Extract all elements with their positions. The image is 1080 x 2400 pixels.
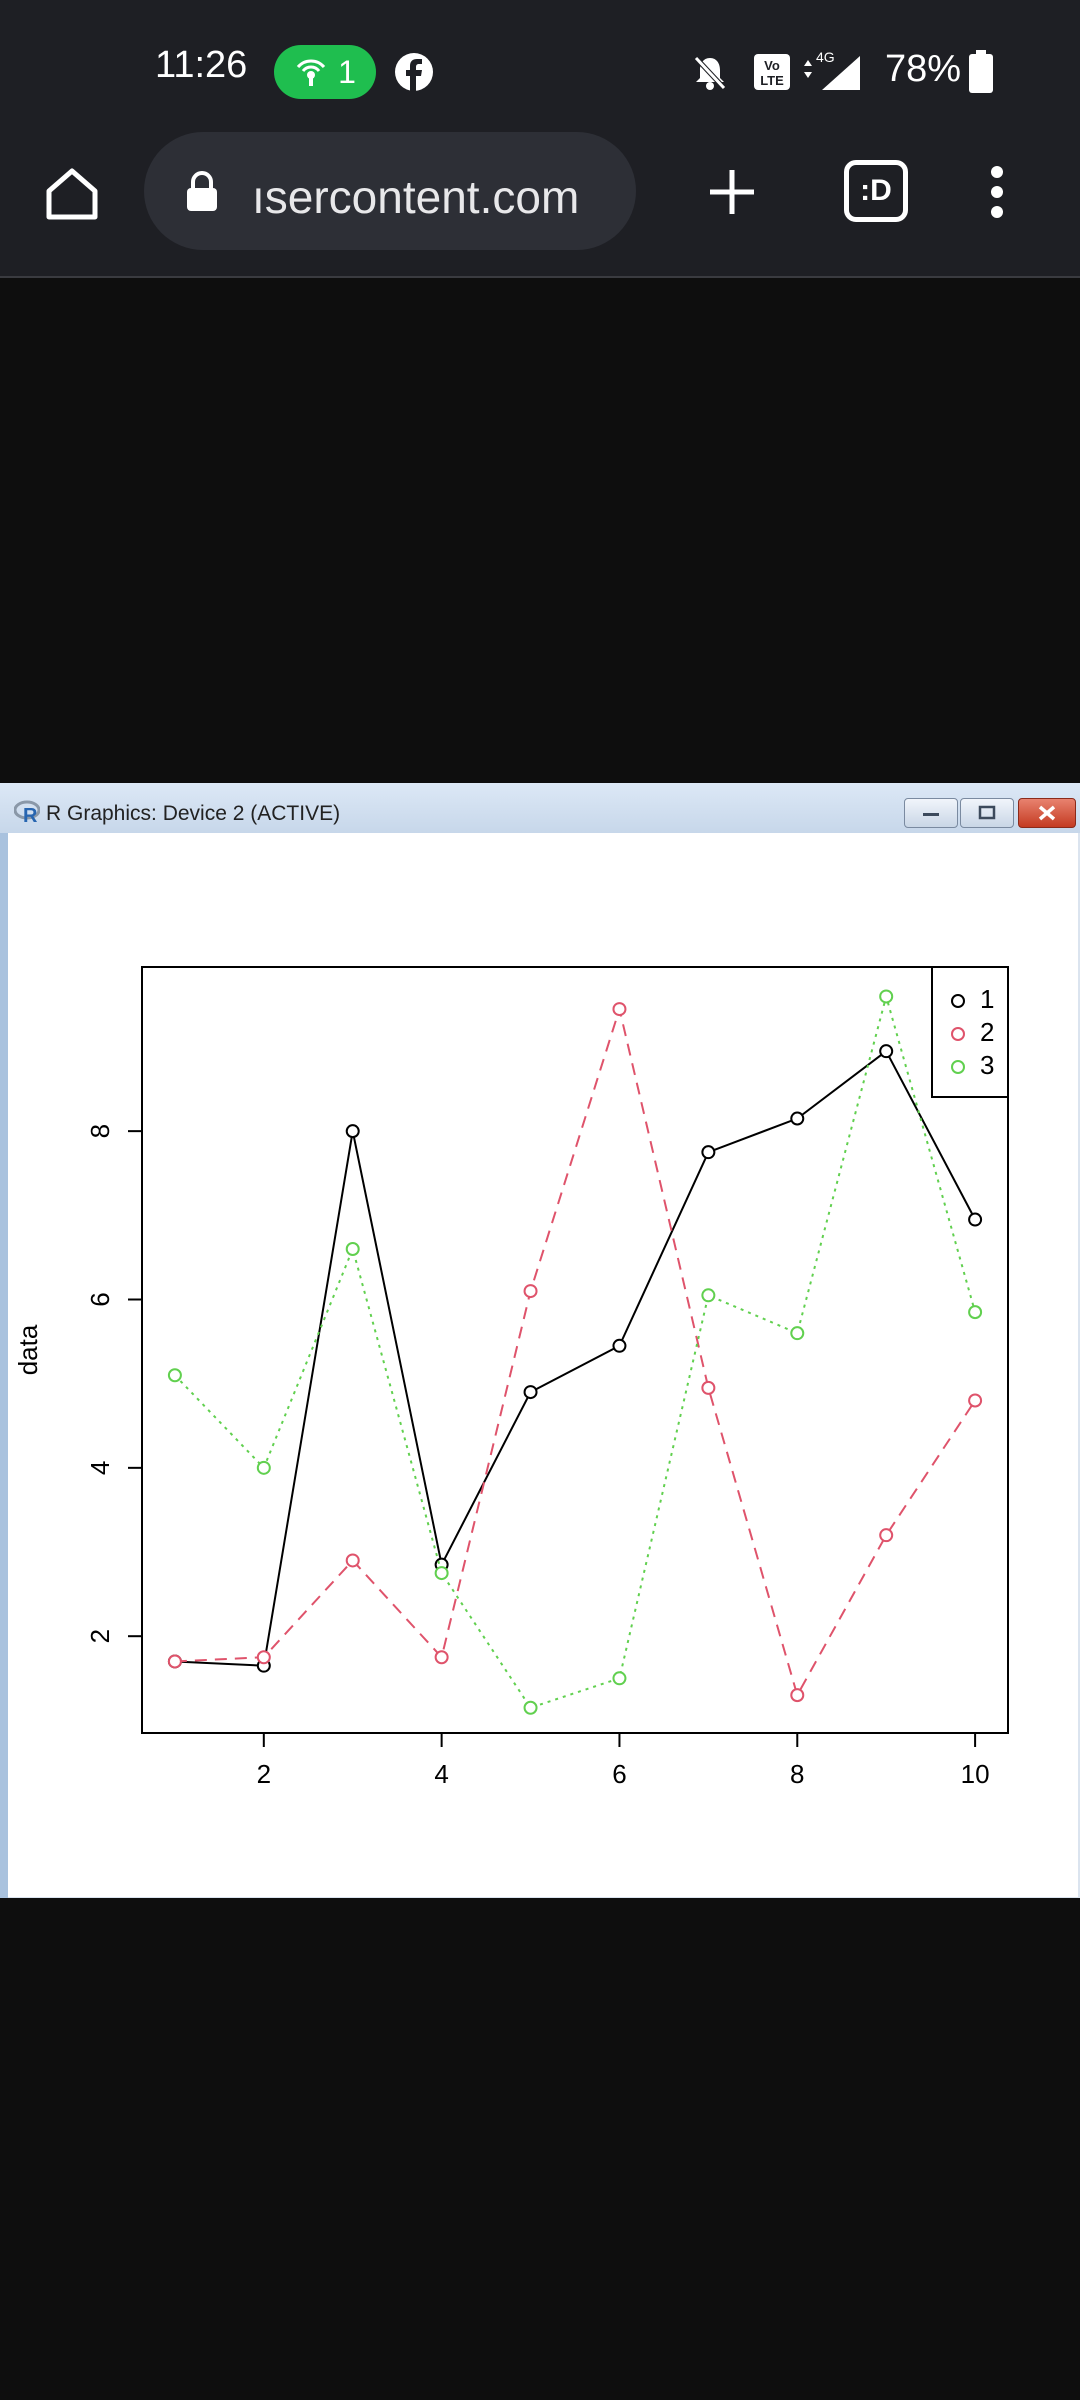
y-tick-label: 6 — [85, 1292, 115, 1306]
minimize-icon — [923, 813, 939, 816]
series-1-point — [879, 1044, 894, 1059]
mute-bell-icon — [694, 56, 726, 90]
series-1-point — [345, 1124, 360, 1139]
new-tab-button[interactable] — [692, 152, 772, 232]
series-3-point — [612, 1671, 627, 1686]
series-3-point — [345, 1241, 360, 1256]
plot-area: 2 4 6 8 10 2 4 6 8 data 1 2 3 — [8, 833, 1078, 1897]
series-3-point — [523, 1700, 538, 1715]
series-1-point — [523, 1385, 538, 1400]
window-left-border — [0, 833, 8, 1898]
series-1-point — [968, 1212, 983, 1227]
x-tick-label: 6 — [612, 1759, 626, 1789]
url-text: ısercontent.com — [252, 171, 580, 223]
browser-toolbar: ısercontent.com :D — [0, 124, 1080, 278]
y-tick-label: 2 — [85, 1629, 115, 1643]
series-2-point — [523, 1284, 538, 1299]
more-vert-icon — [991, 166, 1003, 218]
svg-text:R: R — [23, 805, 38, 824]
series-2-point — [256, 1650, 271, 1665]
tab-switcher-button[interactable]: :D — [844, 160, 908, 222]
series-2-point — [434, 1650, 449, 1665]
hotspot-icon — [296, 59, 326, 86]
address-bar[interactable]: ısercontent.com — [144, 132, 636, 250]
legend-label-2: 2 — [980, 1017, 994, 1047]
svg-text:LTE: LTE — [760, 73, 784, 88]
signal-4g-icon: 4G — [804, 49, 860, 90]
minimize-button[interactable] — [904, 798, 958, 828]
legend-label-1: 1 — [980, 984, 994, 1014]
hotspot-count: 1 — [338, 53, 356, 90]
x-tick-label: 10 — [961, 1759, 990, 1789]
series-1-point — [701, 1145, 716, 1160]
home-button[interactable] — [32, 154, 112, 234]
series-3-point — [701, 1288, 716, 1303]
line-chart: 2 4 6 8 102468data123 — [13, 966, 1009, 1789]
home-icon — [46, 168, 98, 220]
close-button[interactable] — [1018, 798, 1076, 828]
series-1-line — [174, 1049, 976, 1667]
series-2-point — [167, 1654, 182, 1669]
series-3-line — [174, 992, 977, 1709]
y-axis-label: data — [13, 1324, 43, 1375]
series-2-point — [612, 1002, 627, 1017]
svg-text:Vo: Vo — [764, 58, 780, 73]
network-type-label: 4G — [816, 49, 835, 65]
tab-switcher-label: :D — [860, 174, 892, 207]
r-graphics-window: R R Graphics: Device 2 (ACTIVE) 2 4 6 8 10 2 4… — [0, 783, 1080, 1898]
hotspot-badge: 1 — [274, 45, 376, 99]
clock: 11:26 — [155, 44, 248, 86]
series-2-point — [701, 1380, 716, 1395]
maximize-icon — [978, 805, 996, 820]
status-bar: 11:26 1 Vo LTE 4G 78% — [0, 0, 1080, 124]
x-tick-label: 4 — [434, 1759, 448, 1789]
series-2-point — [879, 1528, 894, 1543]
maximize-button[interactable] — [960, 798, 1014, 828]
series-3-point — [167, 1368, 182, 1383]
y-tick-label: 4 — [85, 1461, 115, 1475]
close-icon — [1038, 805, 1056, 821]
menu-button[interactable] — [975, 152, 1019, 232]
series-3-point — [879, 989, 894, 1004]
series-1-point — [612, 1338, 627, 1353]
facebook-icon — [395, 53, 433, 92]
battery-percent: 78% — [885, 48, 962, 90]
series-2-point — [345, 1553, 360, 1568]
series-3-point — [256, 1460, 271, 1475]
x-tick-label: 2 — [257, 1759, 271, 1789]
y-tick-label: 8 — [85, 1124, 115, 1138]
r-logo-icon: R — [14, 800, 40, 824]
x-tick-label: 8 — [790, 1759, 804, 1789]
lock-icon — [187, 171, 217, 211]
battery-icon — [969, 50, 993, 93]
plus-icon — [710, 170, 754, 214]
series-2-point — [968, 1393, 983, 1408]
series-3-point — [968, 1305, 983, 1320]
series-2-point — [790, 1688, 805, 1703]
volte-icon: Vo LTE — [754, 54, 790, 90]
series-1-point — [790, 1111, 805, 1126]
window-title: R Graphics: Device 2 (ACTIVE) — [46, 802, 341, 825]
window-title-bar[interactable]: R R Graphics: Device 2 (ACTIVE) — [0, 783, 1080, 833]
legend-box — [931, 966, 1009, 1098]
series-3-point — [434, 1566, 449, 1581]
legend-label-3: 3 — [980, 1050, 994, 1080]
series-3-point — [790, 1326, 805, 1341]
